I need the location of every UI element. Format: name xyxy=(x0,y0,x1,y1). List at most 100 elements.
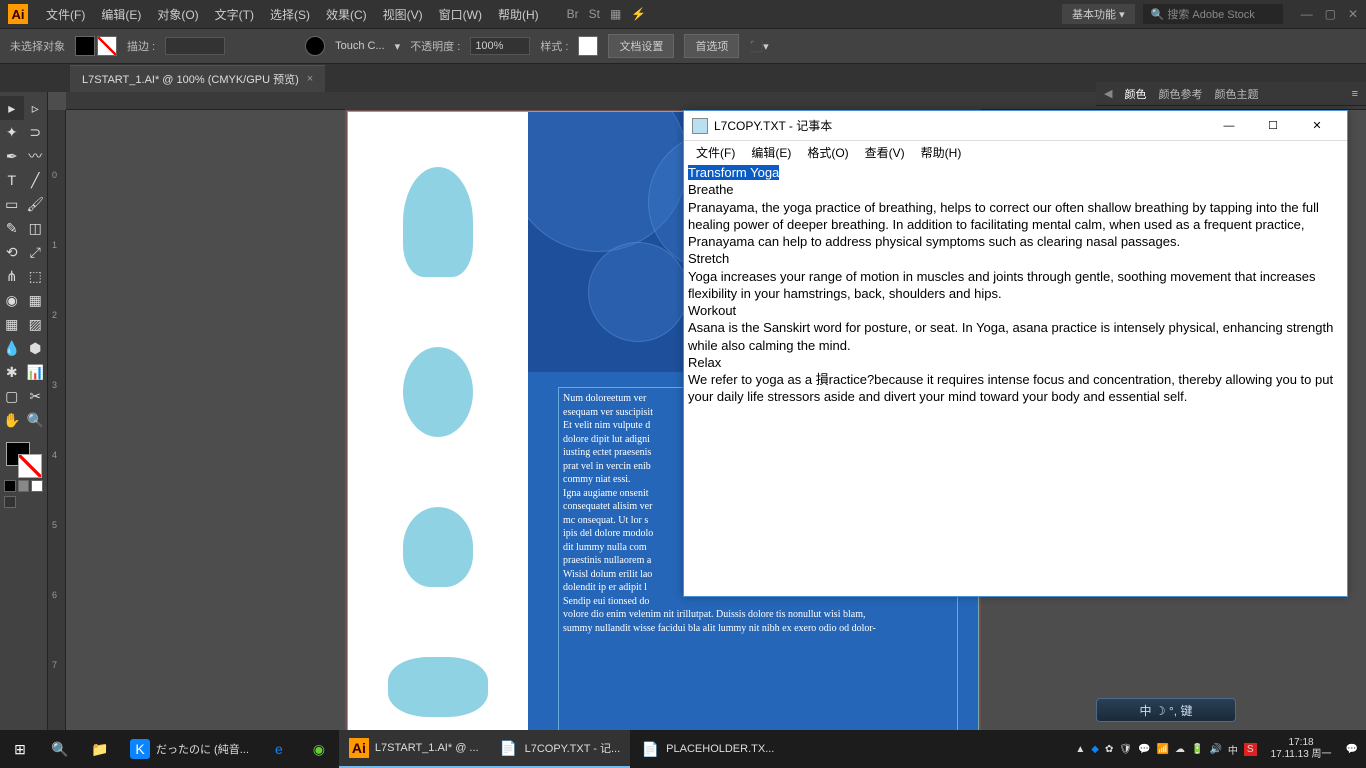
close-icon[interactable]: ✕ xyxy=(1348,7,1358,21)
illustrator-task-button[interactable]: AiL7START_1.AI* @ ... xyxy=(339,730,489,768)
shaper-tool[interactable]: ✎ xyxy=(0,216,24,240)
artboard-tool[interactable]: ▢ xyxy=(0,384,24,408)
notepad-titlebar[interactable]: L7COPY.TXT - 记事本 — ☐ ✕ xyxy=(684,111,1347,141)
clock[interactable]: 17:18 17.11.13 周一 xyxy=(1263,737,1340,761)
maximize-icon[interactable]: ▢ xyxy=(1325,7,1336,21)
placeholder-task-button[interactable]: 📄PLACEHOLDER.TX... xyxy=(630,730,784,768)
menu-select[interactable]: 选择(S) xyxy=(262,6,318,23)
start-button[interactable]: ⊞ xyxy=(0,730,40,768)
paintbrush-tool[interactable]: 🖌 xyxy=(24,192,48,216)
bridge-icon[interactable]: Br xyxy=(567,7,579,21)
panel-tab-color[interactable]: 颜色 xyxy=(1124,86,1146,102)
tray-icon[interactable]: 🔊 xyxy=(1209,744,1221,755)
arrange-icon[interactable]: ▦ xyxy=(610,7,621,21)
magic-wand-tool[interactable]: ✦ xyxy=(0,120,24,144)
panel-tab-color-guide[interactable]: 颜色参考 xyxy=(1158,86,1202,102)
notepad-menu-view[interactable]: 查看(V) xyxy=(859,144,911,161)
tray-icon[interactable]: ▲ xyxy=(1075,744,1085,755)
stroke-weight-input[interactable] xyxy=(165,37,225,55)
brush-swatch[interactable] xyxy=(305,36,325,56)
screen-mode-icon[interactable] xyxy=(4,496,16,508)
shape-builder-tool[interactable]: ◉ xyxy=(0,288,24,312)
notepad-minimize-button[interactable]: — xyxy=(1207,112,1251,140)
notepad-task-button[interactable]: 📄L7COPY.TXT - 记... xyxy=(489,730,631,768)
notepad-window[interactable]: L7COPY.TXT - 记事本 — ☐ ✕ 文件(F) 编辑(E) 格式(O)… xyxy=(683,110,1348,597)
notepad-close-button[interactable]: ✕ xyxy=(1295,112,1339,140)
direct-selection-tool[interactable]: ▹ xyxy=(24,96,48,120)
ime-lang[interactable]: 中 xyxy=(1228,742,1238,757)
zoom-tool[interactable]: 🔍 xyxy=(24,408,48,432)
doc-setup-button[interactable]: 文档设置 xyxy=(608,34,674,58)
eraser-tool[interactable]: ◫ xyxy=(24,216,48,240)
notepad-menu-format[interactable]: 格式(O) xyxy=(801,144,854,161)
tray-icon[interactable]: 💬 xyxy=(1138,744,1150,755)
ime-icon[interactable]: S xyxy=(1244,743,1257,756)
tray-icon[interactable]: ◆ xyxy=(1091,744,1099,755)
menu-view[interactable]: 视图(V) xyxy=(375,6,431,23)
prefs-button[interactable]: 首选项 xyxy=(684,34,739,58)
color-mode-icon[interactable] xyxy=(4,480,16,492)
symbol-sprayer-tool[interactable]: ✱ xyxy=(0,360,24,384)
search-stock-input[interactable]: 🔍 搜索 Adobe Stock xyxy=(1143,4,1283,24)
stock-icon[interactable]: St xyxy=(589,7,600,21)
hand-tool[interactable]: ✋ xyxy=(0,408,24,432)
free-transform-tool[interactable]: ⬚ xyxy=(24,264,48,288)
workspace-selector[interactable]: 基本功能 ▾ xyxy=(1062,4,1135,24)
edge-button[interactable]: e xyxy=(259,730,299,768)
notepad-menu-edit[interactable]: 编辑(E) xyxy=(745,144,797,161)
ime-indicator[interactable]: 中 ☽ °, 键 xyxy=(1096,698,1236,722)
menu-help[interactable]: 帮助(H) xyxy=(490,6,547,23)
mesh-tool[interactable]: ▦ xyxy=(0,312,24,336)
notepad-menu-help[interactable]: 帮助(H) xyxy=(915,144,968,161)
rectangle-tool[interactable]: ▭ xyxy=(0,192,24,216)
selection-tool[interactable]: ▸ xyxy=(0,96,24,120)
fill-swatch[interactable] xyxy=(75,36,95,56)
brush-name[interactable]: Touch C... xyxy=(335,40,385,52)
blend-tool[interactable]: ⬢ xyxy=(24,336,48,360)
notepad-menu-file[interactable]: 文件(F) xyxy=(690,144,741,161)
graph-tool[interactable]: 📊 xyxy=(24,360,48,384)
yoga-pose-1[interactable] xyxy=(403,167,473,277)
menu-type[interactable]: 文字(T) xyxy=(207,6,262,23)
opacity-input[interactable] xyxy=(470,37,530,55)
yoga-pose-4[interactable] xyxy=(388,657,488,717)
line-tool[interactable]: ╱ xyxy=(24,168,48,192)
minimize-icon[interactable]: — xyxy=(1301,7,1313,21)
system-tray[interactable]: ▲ ◆ ✿ 🛡 💬 📶 ☁ 🔋 🔊 中 S 17:18 17.11.13 周一 … xyxy=(1067,737,1366,761)
none-mode-icon[interactable] xyxy=(31,480,43,492)
file-explorer-button[interactable]: 📁 xyxy=(80,730,120,768)
music-app-button[interactable]: Kだったのに (純音... xyxy=(120,730,259,768)
align-icon[interactable]: ⬛▾ xyxy=(749,40,768,53)
menu-edit[interactable]: 编辑(E) xyxy=(93,6,149,23)
notepad-maximize-button[interactable]: ☐ xyxy=(1251,112,1295,140)
tray-icon[interactable]: ✿ xyxy=(1105,744,1113,755)
type-tool[interactable]: T xyxy=(0,168,24,192)
menu-object[interactable]: 对象(O) xyxy=(149,6,206,23)
panel-tab-color-themes[interactable]: 颜色主题 xyxy=(1214,86,1258,102)
tray-icon[interactable]: 🛡 xyxy=(1119,744,1132,755)
fill-stroke-control[interactable] xyxy=(0,438,47,478)
notepad-text-area[interactable]: Transform Yoga Breathe Pranayama, the yo… xyxy=(684,163,1347,596)
notifications-icon[interactable]: 💬 xyxy=(1346,744,1358,755)
pen-tool[interactable]: ✒ xyxy=(0,144,24,168)
slice-tool[interactable]: ✂ xyxy=(24,384,48,408)
tray-icon[interactable]: 🔋 xyxy=(1191,744,1203,755)
eyedropper-tool[interactable]: 💧 xyxy=(0,336,24,360)
curvature-tool[interactable]: 〰 xyxy=(24,144,48,168)
browser-button[interactable]: ◉ xyxy=(299,730,339,768)
rotate-tool[interactable]: ⟲ xyxy=(0,240,24,264)
gradient-tool[interactable]: ▨ xyxy=(24,312,48,336)
menu-effect[interactable]: 效果(C) xyxy=(318,6,375,23)
search-button[interactable]: 🔍 xyxy=(40,730,80,768)
yoga-pose-2[interactable] xyxy=(403,347,473,437)
document-tab[interactable]: L7START_1.AI* @ 100% (CMYK/GPU 预览) × xyxy=(70,65,325,92)
gradient-mode-icon[interactable] xyxy=(18,480,30,492)
gpu-icon[interactable]: ⚡ xyxy=(631,7,646,21)
menu-window[interactable]: 窗口(W) xyxy=(431,6,490,23)
tray-icon[interactable]: 📶 xyxy=(1157,744,1169,755)
tab-close-icon[interactable]: × xyxy=(307,73,313,85)
lasso-tool[interactable]: ⊃ xyxy=(24,120,48,144)
style-swatch[interactable] xyxy=(578,36,598,56)
width-tool[interactable]: ⋔ xyxy=(0,264,24,288)
perspective-tool[interactable]: ▦ xyxy=(24,288,48,312)
